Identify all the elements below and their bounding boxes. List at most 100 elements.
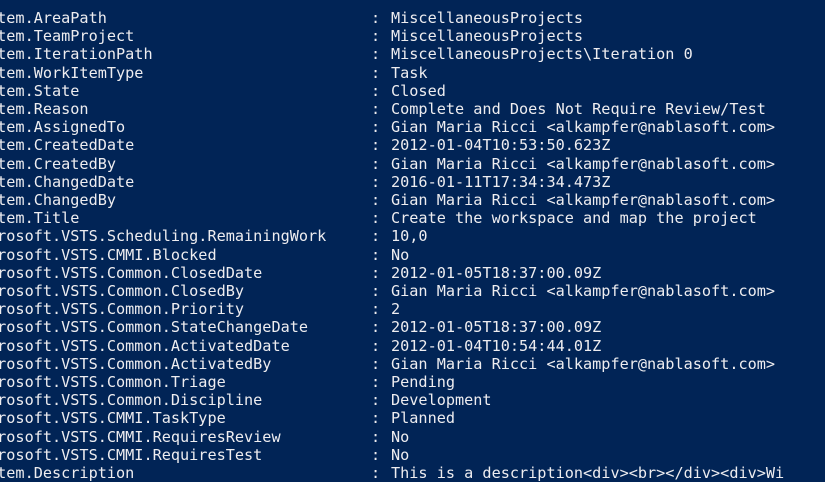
console-line: crosoft.VSTS.Common.ClosedDate:2012-01-0… [0, 264, 825, 282]
console-line: crosoft.VSTS.CMMI.RequiresReview: No [0, 428, 825, 446]
console-line: Item.ChangedDate:2016-01-11T17:34:34.473… [0, 173, 825, 191]
console-line: crosoft.VSTS.Scheduling.RemainingWork:10… [0, 227, 825, 245]
field-separator: : [371, 300, 381, 319]
field-separator: : [371, 191, 381, 209]
field-value: Gian Maria Ricci <alkampfer@nablasoft.co… [391, 191, 776, 209]
field-name: crosoft.VSTS.Common.ClosedDate [0, 263, 263, 282]
field-name: crosoft.VSTS.Common.ActivatedDate [0, 336, 290, 355]
console-line: Item.ChangedBy: Gian Maria Ricci <alkampf… [0, 191, 825, 209]
console-line: Item.TeamProject: MiscellaneousProjects [0, 27, 825, 45]
field-separator: : [371, 45, 381, 64]
field-value: MiscellaneousProjects [391, 9, 584, 27]
field-separator: : [371, 373, 381, 391]
console-line: Item.Reason: Complete and Does Not Requir… [0, 100, 825, 118]
field-separator: : [371, 81, 381, 100]
field-separator: : [371, 209, 381, 228]
field-separator: : [371, 227, 381, 246]
field-name: Item.Description [0, 464, 135, 482]
console-line: Item.WorkItemType: Task [0, 64, 825, 82]
field-value: Gian Maria Ricci <alkampfer@nablasoft.co… [391, 354, 776, 373]
field-value: 2012-01-05T18:37:00.09Z [391, 318, 602, 337]
console-line: crosoft.VSTS.CMMI.RequiresTest: No [0, 446, 825, 464]
console-line: crosoft.VSTS.Common.ActivatedBy: Gian Mar… [0, 355, 825, 373]
field-value: 2012-01-04T10:53:50.623Z [391, 136, 611, 155]
field-separator: : [371, 445, 381, 464]
field-name: crosoft.VSTS.Common.Discipline [0, 391, 263, 410]
field-name: crosoft.VSTS.Common.StateChangeDate [0, 318, 309, 337]
console-line: crosoft.VSTS.Common.Priority:2 [0, 300, 825, 318]
field-separator: : [371, 336, 381, 355]
field-name: crosoft.VSTS.CMMI.RequiresTest [0, 445, 263, 464]
field-name: crosoft.VSTS.CMMI.Blocked [0, 245, 217, 264]
field-value: No [391, 445, 410, 464]
console-line: Item.CreatedDate:2012-01-04T10:53:50.623… [0, 136, 825, 154]
field-name: Item.IterationPath [0, 45, 153, 64]
field-value: Create the workspace and map the project [391, 209, 757, 228]
field-separator: : [371, 9, 381, 27]
field-separator: : [371, 391, 381, 410]
field-name: crosoft.VSTS.Scheduling.RemainingWork [0, 227, 327, 246]
field-name: Item.ChangedDate [0, 172, 135, 191]
field-value: Development [391, 391, 492, 410]
console-line: crosoft.VSTS.CMMI.Blocked: No [0, 246, 825, 264]
field-value: 2 [391, 300, 401, 319]
console-line: Item.Description: This is a description<d… [0, 464, 825, 482]
field-separator: : [371, 136, 381, 155]
field-separator: : [371, 154, 381, 173]
field-value: 2016-01-11T17:34:34.473Z [391, 172, 611, 191]
field-name: Item.ChangedBy [0, 191, 117, 209]
field-value: Planned [391, 409, 456, 428]
field-separator: : [371, 427, 381, 446]
field-value: Pending [391, 373, 456, 391]
console-line: Item.AreaPath: MiscellaneousProjects [0, 9, 825, 27]
field-value: Closed [391, 81, 446, 100]
field-value: 10,0 [391, 227, 428, 246]
console-line: crosoft.VSTS.CMMI.TaskType: Planned [0, 409, 825, 427]
field-name: crosoft.VSTS.Common.ActivatedBy [0, 354, 272, 373]
field-value: MiscellaneousProjects [391, 27, 584, 46]
field-value: No [391, 245, 410, 264]
field-name: Item.AssignedTo [0, 118, 126, 137]
field-separator: : [371, 318, 381, 337]
field-value: Gian Maria Ricci <alkampfer@nablasoft.co… [391, 282, 776, 300]
field-value: This is a description<div><br></div><div… [391, 464, 785, 482]
field-separator: : [371, 63, 381, 82]
field-separator: : [371, 118, 381, 137]
field-name: Item.State [0, 81, 80, 100]
field-name: Item.TeamProject [0, 27, 135, 46]
field-name: Item.CreatedDate [0, 136, 135, 155]
console-line: Item.CreatedBy: Gian Maria Ricci <alkampf… [0, 155, 825, 173]
field-separator: : [371, 464, 381, 482]
field-value: No [391, 427, 410, 446]
field-name: Item.Title [0, 209, 80, 228]
field-name: crosoft.VSTS.Common.ClosedBy [0, 282, 245, 300]
console-line: Item.AssignedTo: Gian Maria Ricci <alkamp… [0, 118, 825, 136]
field-value: Task [391, 63, 428, 82]
field-value: 2012-01-05T18:37:00.09Z [391, 263, 602, 282]
field-name: Item.AreaPath [0, 9, 107, 27]
console-line: crosoft.VSTS.Common.StateChangeDate:2012… [0, 318, 825, 336]
field-separator: : [371, 27, 381, 46]
field-separator: : [371, 172, 381, 191]
field-name: crosoft.VSTS.CMMI.TaskType [0, 409, 226, 428]
field-name: crosoft.VSTS.CMMI.RequiresReview [0, 427, 281, 446]
powershell-console[interactable]: Item.AreaPath:MiscellaneousProjectsItem.… [0, 0, 825, 482]
field-value: MiscellaneousProjects\Iteration 0 [391, 45, 693, 64]
console-line: Item.IterationPath: MiscellaneousProjects… [0, 45, 825, 63]
field-name: crosoft.VSTS.Common.Priority [0, 300, 245, 319]
console-line: crosoft.VSTS.Common.ClosedBy: Gian Maria … [0, 282, 825, 300]
field-value: 2012-01-04T10:54:44.01Z [391, 336, 602, 355]
field-name: crosoft.VSTS.Common.Triage [0, 373, 226, 391]
field-value: Gian Maria Ricci <alkampfer@nablasoft.co… [391, 118, 776, 137]
field-value: Complete and Does Not Require Review/Tes… [391, 100, 766, 118]
console-line: crosoft.VSTS.Common.Triage: Pending [0, 373, 825, 391]
field-separator: : [371, 409, 381, 428]
console-line: crosoft.VSTS.Common.Discipline: Developme… [0, 391, 825, 409]
field-name: Item.Reason [0, 100, 89, 118]
field-separator: : [371, 263, 381, 282]
field-separator: : [371, 245, 381, 264]
console-line: Item.Title: Create the workspace and map … [0, 209, 825, 227]
console-line: crosoft.VSTS.Common.ActivatedDate:2012-0… [0, 337, 825, 355]
console-line: Item.State: Closed [0, 82, 825, 100]
field-separator: : [371, 100, 381, 118]
